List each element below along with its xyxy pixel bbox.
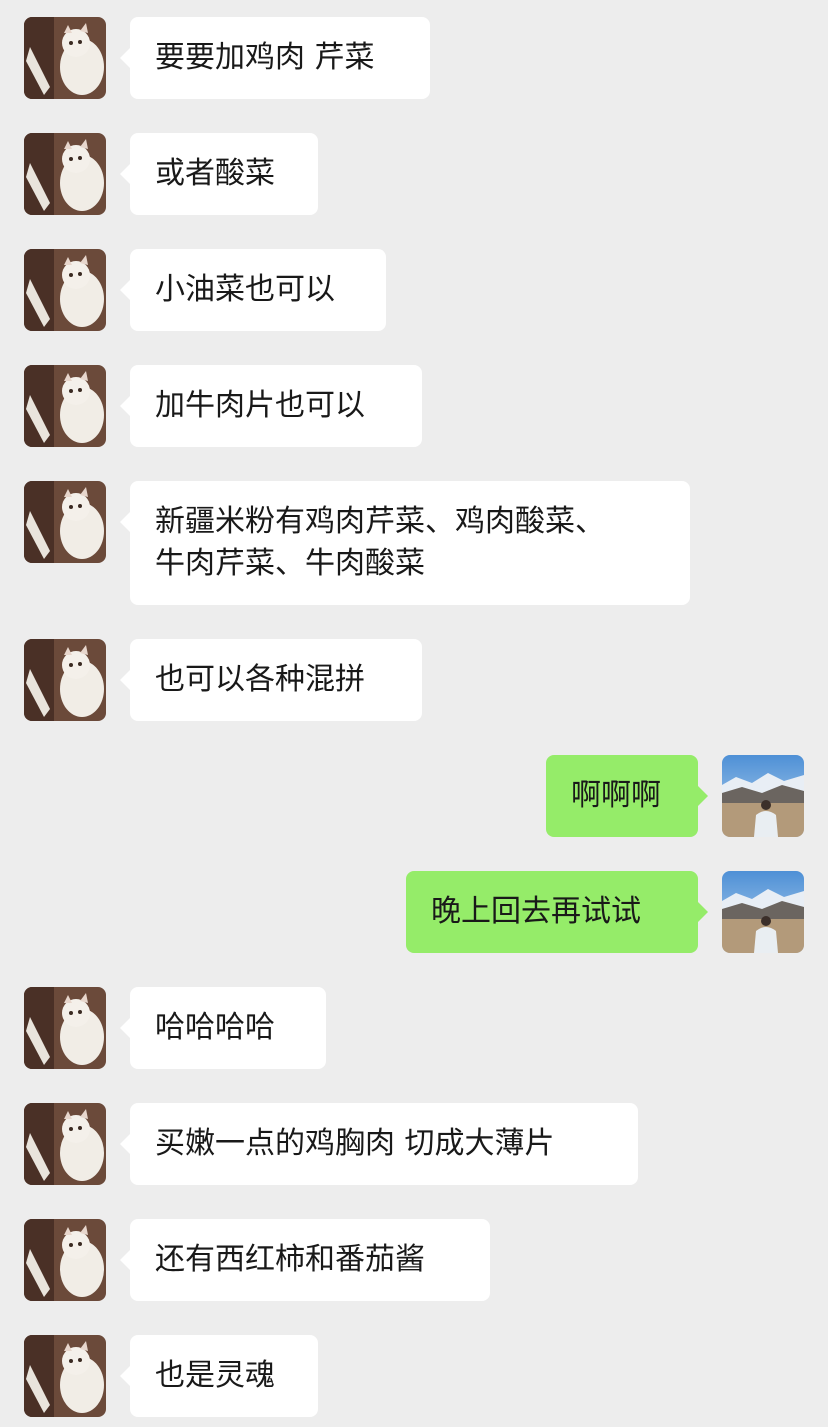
cat-avatar-icon [24,1103,106,1185]
message-row: 小油菜也可以 [0,249,828,331]
cat-avatar-icon [24,17,106,99]
message-bubble[interactable]: 或者酸菜 [130,133,318,215]
message-row: 加牛肉片也可以 [0,365,828,447]
message-bubble[interactable]: 啊啊啊 [546,755,698,837]
cat-avatar-icon [24,133,106,215]
message-row: 还有西红柿和番茄酱 [0,1219,828,1301]
message-bubble[interactable]: 哈哈哈哈 [130,987,326,1069]
message-row: 要要加鸡肉 芹菜 [0,17,828,99]
contact-avatar[interactable] [24,1219,106,1301]
message-row: 也是灵魂 [0,1335,828,1417]
contact-avatar[interactable] [24,133,106,215]
cat-avatar-icon [24,639,106,721]
contact-avatar[interactable] [24,365,106,447]
message-row: 啊啊啊 [0,755,828,837]
message-bubble[interactable]: 买嫩一点的鸡胸肉 切成大薄片 [130,1103,638,1185]
contact-avatar[interactable] [24,1103,106,1185]
cat-avatar-icon [24,1219,106,1301]
cat-avatar-icon [24,1335,106,1417]
message-row: 晚上回去再试试 [0,871,828,953]
contact-avatar[interactable] [24,17,106,99]
message-bubble[interactable]: 小油菜也可以 [130,249,386,331]
mountain-landscape-avatar-icon [722,871,804,953]
message-bubble[interactable]: 晚上回去再试试 [406,871,698,953]
message-row: 新疆米粉有鸡肉芹菜、鸡肉酸菜、 牛肉芹菜、牛肉酸菜 [0,481,828,605]
message-row: 哈哈哈哈 [0,987,828,1069]
message-row: 也可以各种混拼 [0,639,828,721]
contact-avatar[interactable] [24,639,106,721]
message-bubble[interactable]: 加牛肉片也可以 [130,365,422,447]
contact-avatar[interactable] [24,249,106,331]
contact-avatar[interactable] [24,481,106,563]
message-row: 买嫩一点的鸡胸肉 切成大薄片 [0,1103,828,1185]
cat-avatar-icon [24,249,106,331]
message-bubble[interactable]: 要要加鸡肉 芹菜 [130,17,430,99]
mountain-landscape-avatar-icon [722,755,804,837]
message-bubble[interactable]: 也可以各种混拼 [130,639,422,721]
cat-avatar-icon [24,987,106,1069]
self-avatar[interactable] [722,755,804,837]
message-bubble[interactable]: 新疆米粉有鸡肉芹菜、鸡肉酸菜、 牛肉芹菜、牛肉酸菜 [130,481,690,605]
contact-avatar[interactable] [24,1335,106,1417]
cat-avatar-icon [24,481,106,563]
message-bubble[interactable]: 还有西红柿和番茄酱 [130,1219,490,1301]
self-avatar[interactable] [722,871,804,953]
message-bubble[interactable]: 也是灵魂 [130,1335,318,1417]
message-row: 或者酸菜 [0,133,828,215]
contact-avatar[interactable] [24,987,106,1069]
cat-avatar-icon [24,365,106,447]
